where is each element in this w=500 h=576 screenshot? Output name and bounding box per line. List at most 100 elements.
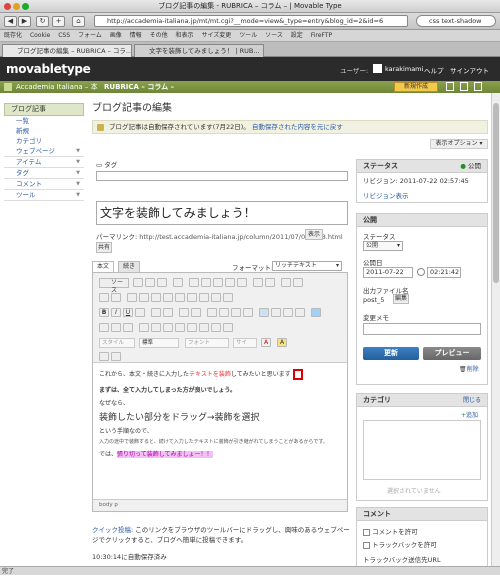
url-input[interactable]: http://accademia-italiana.jp/mt/mt.cgi?_… <box>94 15 408 27</box>
sidebar-item-webpage[interactable]: ウェブページ <box>4 146 84 157</box>
bookmark-item[interactable]: ソース <box>265 30 283 41</box>
sidebar-item-tags[interactable]: タグ <box>4 168 84 179</box>
select-icon[interactable] <box>187 293 197 302</box>
display-options-button[interactable]: 表示オプション ▾ <box>430 139 488 149</box>
paste-word-icon[interactable] <box>237 278 247 287</box>
remove-format-icon[interactable] <box>111 293 121 302</box>
minimize-window-icon[interactable] <box>13 3 20 10</box>
entry-title-input[interactable]: 文字を装飾してみましょう！ <box>96 201 348 225</box>
bookmark-item[interactable]: Cookie <box>30 30 50 41</box>
bookmark-item[interactable]: 和表示 <box>176 30 194 41</box>
view-site-icon[interactable] <box>446 82 454 91</box>
smiley-icon[interactable] <box>187 323 197 332</box>
page-scrollbar[interactable] <box>491 93 500 573</box>
flash-icon[interactable] <box>151 323 161 332</box>
allow-comments-checkbox[interactable] <box>363 528 370 536</box>
reload-icon[interactable]: ↻ <box>36 16 49 27</box>
paste-text-icon[interactable] <box>225 278 235 287</box>
font-select[interactable]: フォント <box>185 338 229 348</box>
new-doc-icon[interactable] <box>145 278 155 287</box>
back-button[interactable]: ◀ <box>4 16 17 27</box>
link-icon[interactable] <box>99 323 109 332</box>
update-button[interactable]: 更新 <box>363 347 419 360</box>
justify-icon[interactable] <box>295 308 305 317</box>
username[interactable]: karakimami <box>385 65 423 73</box>
tab-more[interactable]: 続き <box>118 261 140 272</box>
scrollbar-thumb[interactable] <box>493 103 499 283</box>
special-char-icon[interactable] <box>199 323 209 332</box>
textarea-icon[interactable] <box>175 293 185 302</box>
text-color-icon[interactable]: A <box>261 338 271 347</box>
bookmark-item[interactable]: サイズ変更 <box>201 30 231 41</box>
image-icon[interactable] <box>139 323 149 332</box>
anchor-icon[interactable] <box>123 323 133 332</box>
sidebar-item-tools[interactable]: ツール <box>4 190 84 201</box>
bidi-icon[interactable] <box>311 308 321 317</box>
bookmark-item[interactable]: ツール <box>239 30 257 41</box>
bookmark-item[interactable]: CSS <box>58 30 70 41</box>
save-icon[interactable] <box>133 278 143 287</box>
bookmark-item[interactable]: 情報 <box>130 30 142 41</box>
forward-button[interactable]: ▶ <box>18 16 31 27</box>
blog-sub-name[interactable]: RUBRICA – コラム – <box>104 81 174 93</box>
rebuild-icon[interactable] <box>460 82 468 91</box>
sidebar-item-category[interactable]: カテゴリ <box>4 136 84 146</box>
bg-color-icon[interactable]: A <box>277 338 287 347</box>
replace-icon[interactable] <box>293 278 303 287</box>
edit-filename-button[interactable]: 編集 <box>393 294 409 304</box>
blog-home-icon[interactable] <box>4 83 12 91</box>
memo-input[interactable] <box>363 323 481 335</box>
category-toggle-link[interactable]: 閉じる <box>463 394 481 407</box>
quickpost-link[interactable]: クイック投稿 <box>92 526 131 534</box>
search-input[interactable]: css text-shadow <box>416 15 496 27</box>
bookmark-item[interactable]: その他 <box>150 30 168 41</box>
help-link[interactable]: ヘルプ <box>424 65 444 75</box>
select-all-icon[interactable] <box>99 293 109 302</box>
maximize-icon[interactable] <box>99 352 109 361</box>
bookmark-item[interactable]: 設定 <box>291 30 303 41</box>
preview-icon[interactable] <box>157 278 167 287</box>
preview-button[interactable]: プレビュー <box>423 347 481 360</box>
zoom-window-icon[interactable] <box>22 3 29 10</box>
hidden-field-icon[interactable] <box>223 293 233 302</box>
copy-icon[interactable] <box>201 278 211 287</box>
numbered-list-icon[interactable] <box>179 308 189 317</box>
superscript-icon[interactable] <box>163 308 173 317</box>
browser-tab-active[interactable]: ブログ記事の編集 – RUBRICA – コラ... <box>2 44 132 57</box>
source-button[interactable]: ソース <box>99 278 129 294</box>
underline-icon[interactable]: U <box>123 308 133 317</box>
new-create-button[interactable]: 新規作成 <box>394 82 438 92</box>
undo-icon[interactable] <box>253 278 263 287</box>
redo-icon[interactable] <box>265 278 275 287</box>
align-center-icon[interactable] <box>271 308 281 317</box>
italic-icon[interactable]: I <box>111 308 121 317</box>
delete-link[interactable]: 🗑削除 <box>459 364 479 373</box>
tag-input[interactable] <box>96 171 348 181</box>
style-select[interactable]: スタイル <box>99 338 135 348</box>
div-icon[interactable] <box>243 308 253 317</box>
sidebar-item-new[interactable]: 新規 <box>4 126 84 136</box>
status-select[interactable]: 公開 ▾ <box>363 241 403 251</box>
browser-tab[interactable]: 文字を装飾してみましょう！ | RUB... <box>134 44 264 57</box>
share-button[interactable]: 共有 <box>96 242 112 253</box>
allow-trackback-checkbox[interactable] <box>363 541 370 549</box>
search-icon[interactable] <box>474 82 482 91</box>
bookmark-item[interactable]: 既存化 <box>4 30 22 41</box>
print-icon[interactable] <box>173 278 183 287</box>
radio-icon[interactable] <box>151 293 161 302</box>
strike-icon[interactable] <box>135 308 145 317</box>
unlink-icon[interactable] <box>111 323 121 332</box>
home-icon[interactable]: ⌂ <box>72 16 85 27</box>
align-left-icon[interactable] <box>259 308 269 317</box>
paste-icon[interactable] <box>213 278 223 287</box>
date-input[interactable]: 2011-07-22 <box>363 267 413 278</box>
textfield-icon[interactable] <box>163 293 173 302</box>
blog-name[interactable]: Accademia Italiana – 本 <box>16 81 98 93</box>
page-break-icon[interactable] <box>211 323 221 332</box>
cut-icon[interactable] <box>189 278 199 287</box>
editor-body[interactable]: これから、本文・続きに入力したテキストを装飾してみたいと思います まずは、全て入… <box>99 369 343 459</box>
revision-link[interactable]: リビジョン表示 <box>357 190 487 200</box>
image-button-icon[interactable] <box>211 293 221 302</box>
signout-link[interactable]: サインアウト <box>450 65 489 75</box>
table-icon[interactable] <box>163 323 173 332</box>
